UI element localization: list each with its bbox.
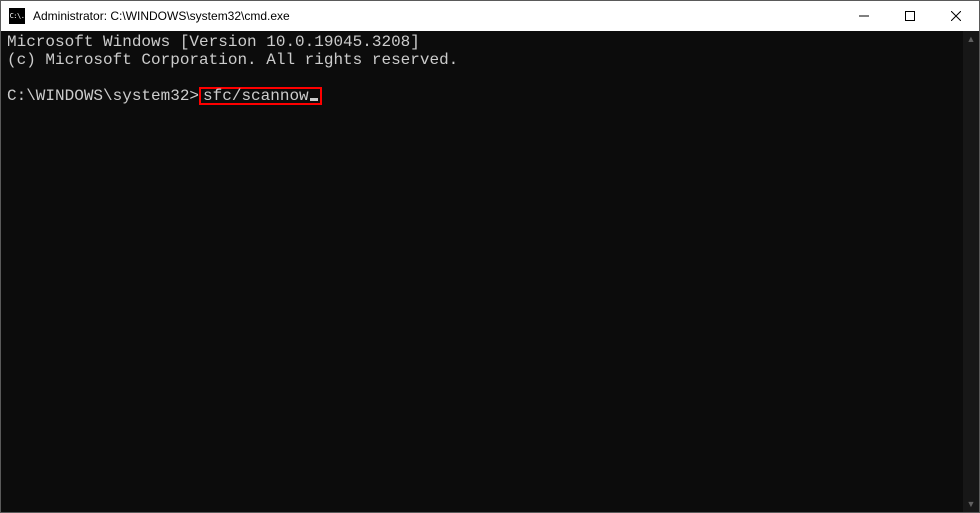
close-button[interactable] <box>933 1 979 31</box>
minimize-button[interactable] <box>841 1 887 31</box>
copyright-line: (c) Microsoft Corporation. All rights re… <box>7 51 458 69</box>
cmd-window: C:\. Administrator: C:\WINDOWS\system32\… <box>0 0 980 513</box>
window-title: Administrator: C:\WINDOWS\system32\cmd.e… <box>33 9 290 23</box>
maximize-button[interactable] <box>887 1 933 31</box>
window-controls <box>841 1 979 31</box>
command-text: sfc/scannow <box>203 87 309 105</box>
prompt-text: C:\WINDOWS\system32> <box>7 87 199 105</box>
close-icon <box>951 11 961 21</box>
cursor-icon <box>310 98 318 101</box>
cmd-icon: C:\. <box>9 8 25 24</box>
console-body: Microsoft Windows [Version 10.0.19045.32… <box>1 31 979 512</box>
scroll-down-arrow[interactable]: ▼ <box>963 496 979 512</box>
scroll-track[interactable] <box>963 47 979 496</box>
titlebar[interactable]: C:\. Administrator: C:\WINDOWS\system32\… <box>1 1 979 31</box>
scrollbar[interactable]: ▲ ▼ <box>963 31 979 512</box>
command-highlight: sfc/scannow <box>199 87 322 105</box>
minimize-icon <box>859 11 869 21</box>
version-line: Microsoft Windows [Version 10.0.19045.32… <box>7 33 420 51</box>
console-output[interactable]: Microsoft Windows [Version 10.0.19045.32… <box>1 31 963 512</box>
scroll-up-arrow[interactable]: ▲ <box>963 31 979 47</box>
maximize-icon <box>905 11 915 21</box>
